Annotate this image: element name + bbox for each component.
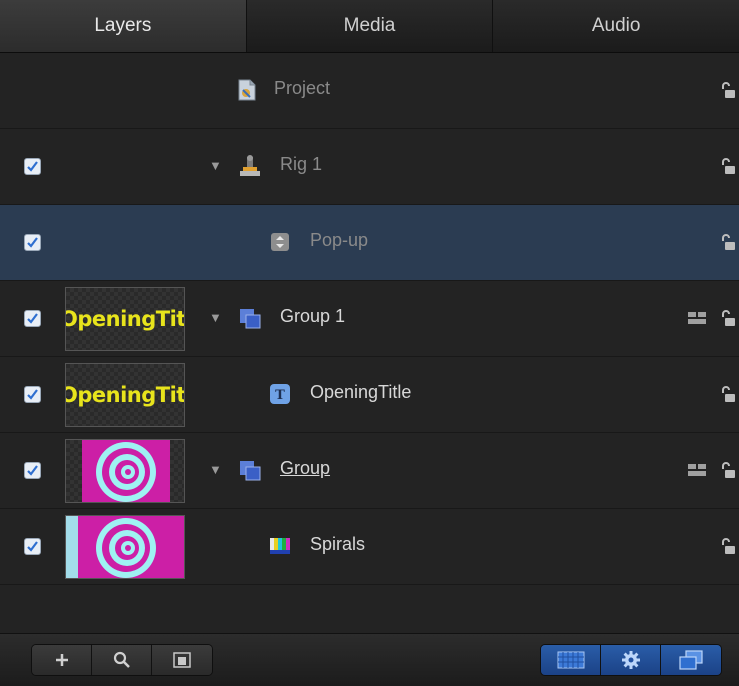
generator-icon — [270, 538, 290, 554]
layers-view-button[interactable] — [661, 645, 721, 675]
disclosure-triangle-icon[interactable]: ▼ — [209, 158, 223, 174]
group-icon — [240, 461, 261, 481]
disclosure-triangle-icon[interactable]: ▼ — [209, 310, 223, 326]
layer-checkbox[interactable] — [24, 310, 41, 327]
layer-name: Group 1 — [280, 306, 346, 326]
layer-row-openingtitle[interactable]: OpeningTitle T OpeningTitle — [0, 357, 739, 433]
unlocked-icon[interactable] — [721, 81, 735, 99]
search-icon — [113, 651, 130, 668]
add-icon — [55, 654, 68, 666]
layer-thumbnail: OpeningTitle — [65, 287, 185, 351]
group-icon — [240, 309, 261, 329]
layer-checkbox[interactable] — [24, 234, 41, 251]
unlocked-icon[interactable] — [721, 537, 735, 555]
layer-row-project[interactable]: Project — [0, 53, 739, 129]
layer-checkbox[interactable] — [24, 386, 41, 403]
tab-audio[interactable]: Audio — [493, 0, 739, 52]
thumbnail-view-icon — [173, 652, 191, 668]
thumbnail-view-button[interactable] — [152, 645, 212, 675]
popup-widget-icon — [271, 233, 289, 251]
group-options-icon[interactable] — [688, 463, 706, 477]
tab-bar: Layers Media Audio — [0, 0, 739, 53]
left-button-group — [31, 644, 213, 676]
svg-text:T: T — [275, 388, 285, 403]
transparency-icon — [557, 651, 584, 669]
layer-thumbnail: OpeningTitle — [65, 363, 185, 427]
transparency-button[interactable] — [541, 645, 601, 675]
layer-thumbnail — [65, 439, 185, 503]
layer-row-group[interactable]: ▼ Group — [0, 433, 739, 509]
add-button[interactable] — [32, 645, 92, 675]
layer-row-spirals[interactable]: Spirals — [0, 509, 739, 585]
tab-layers[interactable]: Layers — [0, 0, 247, 52]
disclosure-triangle-icon[interactable]: ▼ — [209, 462, 223, 478]
text-layer-icon: T — [270, 384, 290, 404]
layers-view-icon — [679, 650, 703, 670]
unlocked-icon[interactable] — [721, 385, 735, 403]
thumbnail-text: OpeningTitle — [65, 383, 185, 407]
right-button-group — [540, 644, 722, 676]
thumbnail-text: OpeningTitle — [65, 307, 185, 331]
layer-name: Project — [274, 78, 331, 98]
layer-name: Group — [280, 458, 331, 478]
search-button[interactable] — [92, 645, 152, 675]
unlocked-icon[interactable] — [721, 461, 735, 479]
tab-media[interactable]: Media — [247, 0, 494, 52]
project-icon — [238, 79, 256, 101]
gear-icon — [621, 651, 640, 669]
rig-icon — [240, 155, 260, 176]
layer-name: OpeningTitle — [310, 382, 412, 402]
layer-checkbox[interactable] — [24, 462, 41, 479]
unlocked-icon[interactable] — [721, 233, 735, 251]
layer-checkbox[interactable] — [24, 158, 41, 175]
layer-name: Rig 1 — [280, 154, 323, 174]
layer-row-pop-up[interactable]: Pop-up — [0, 205, 739, 281]
layer-name: Pop-up — [310, 230, 369, 250]
layer-thumbnail — [65, 515, 185, 579]
group-options-icon[interactable] — [688, 311, 706, 325]
unlocked-icon[interactable] — [721, 157, 735, 175]
settings-button[interactable] — [601, 645, 661, 675]
layer-name: Spirals — [310, 534, 366, 554]
layer-row-group-1[interactable]: OpeningTitle ▼ Group 1 — [0, 281, 739, 357]
layers-list: Project ▼ Rig 1 Pop-up OpeningTit ▼ Grou… — [0, 53, 739, 633]
bottom-toolbar — [0, 633, 739, 686]
unlocked-icon[interactable] — [721, 309, 735, 327]
layer-row-rig-1[interactable]: ▼ Rig 1 — [0, 129, 739, 205]
layer-checkbox[interactable] — [24, 538, 41, 555]
